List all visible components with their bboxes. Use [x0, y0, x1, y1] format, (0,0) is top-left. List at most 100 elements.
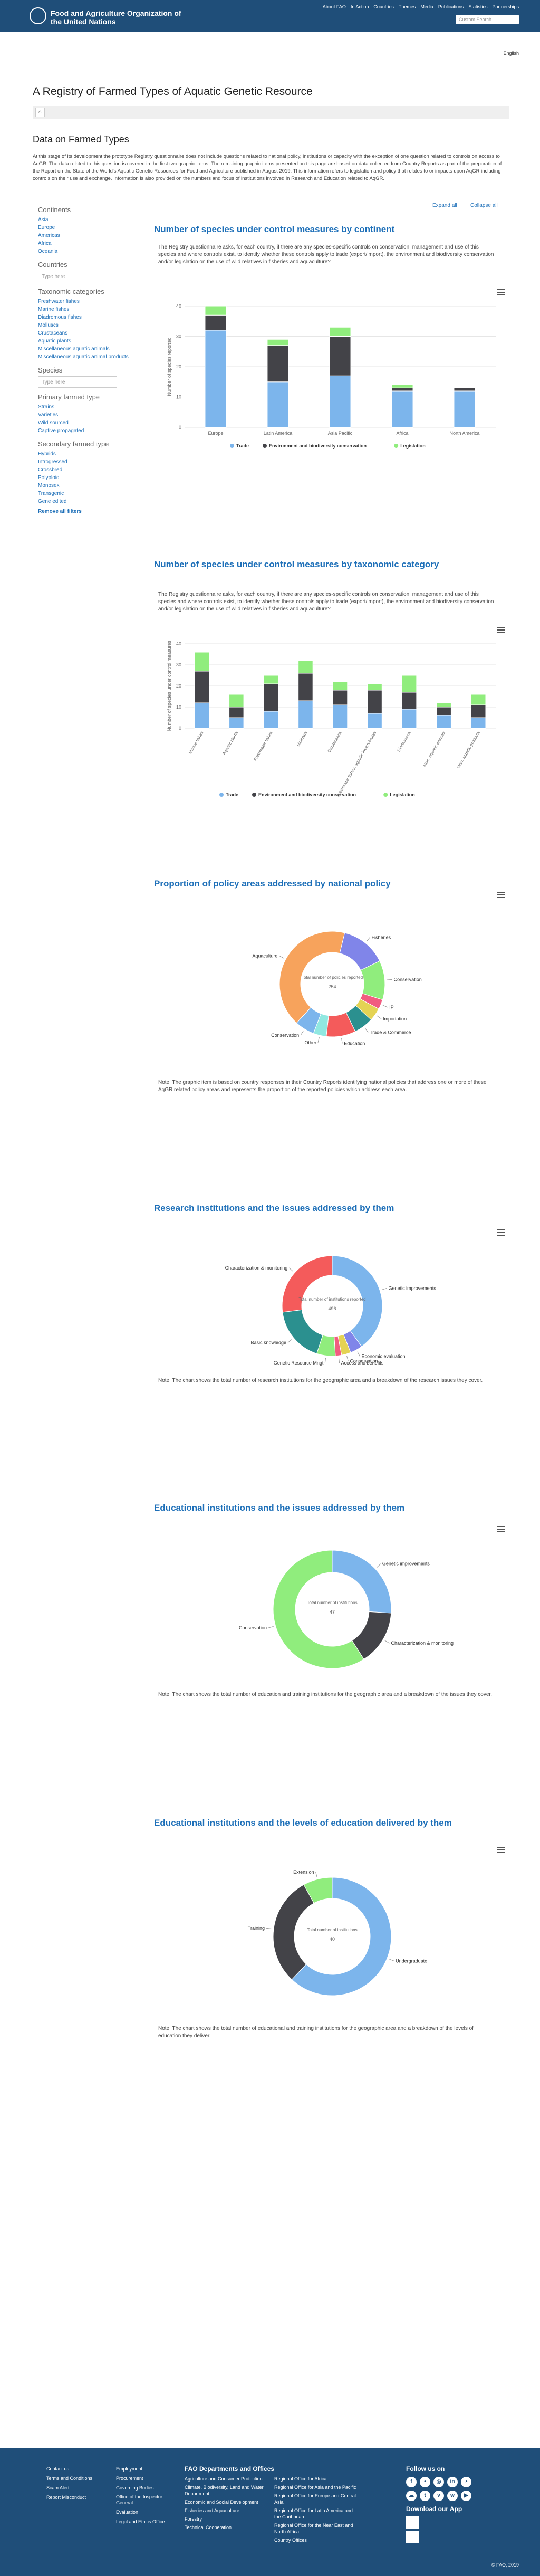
home-icon[interactable]: ⌂	[35, 108, 45, 117]
org-name[interactable]: Food and Agriculture Organization of the…	[51, 9, 188, 26]
filter-secondary-item[interactable]: Gene edited	[38, 498, 143, 505]
filter-tax-item[interactable]: Miscellaneous aquatic animals	[38, 345, 143, 353]
nav-partnerships[interactable]: Partnerships	[492, 4, 519, 9]
nav-in-action[interactable]: In Action	[351, 4, 369, 9]
chart-menu-icon[interactable]	[497, 289, 505, 295]
footer-link[interactable]: Terms and Conditions	[46, 2474, 92, 2483]
footer-link[interactable]: Office of the Inspector General	[116, 2494, 174, 2506]
facebook-icon[interactable]: f	[406, 2477, 417, 2487]
filter-secondary-item[interactable]: Transgenic	[38, 490, 143, 498]
footer-link[interactable]: Regional Office for the Near East and No…	[274, 2522, 359, 2535]
vk-icon[interactable]: v	[433, 2491, 444, 2501]
chart-menu-icon[interactable]	[497, 1847, 505, 1853]
footer-link[interactable]: Fisheries and Aquaculture	[185, 2507, 264, 2514]
footer-link[interactable]: Regional Office for Asia and the Pacific	[274, 2484, 359, 2491]
filter-tax-item[interactable]: Crustaceans	[38, 329, 143, 337]
footer-link[interactable]: Economic and Social Development	[185, 2499, 264, 2505]
filter-tax-item[interactable]: Freshwater fishes	[38, 298, 143, 306]
flickr-icon[interactable]: •	[420, 2477, 430, 2487]
filter-tax-item[interactable]: Marine fishes	[38, 306, 143, 313]
nav-media[interactable]: Media	[420, 4, 433, 9]
rss-icon[interactable]: ◔	[461, 2477, 471, 2487]
footer-link[interactable]: Regional Office for Europe and Central A…	[274, 2493, 359, 2505]
s4-title[interactable]: Research institutions and the issues add…	[154, 1203, 497, 1214]
filter-secondary-item[interactable]: Polyploid	[38, 474, 143, 482]
bar-segment	[194, 702, 210, 729]
footer-link[interactable]: Governing Bodies	[116, 2483, 174, 2493]
fao-logo-icon[interactable]	[30, 7, 46, 24]
filter-secondary-item[interactable]: Monosex	[38, 482, 143, 490]
search-input[interactable]: Custom Search	[456, 15, 519, 24]
filter-secondary-item[interactable]: Introgressed	[38, 458, 143, 466]
chart-menu-icon[interactable]	[497, 892, 505, 898]
filter-secondary-item[interactable]: Hybrids	[38, 450, 143, 458]
species-input[interactable]: Type here	[38, 376, 117, 388]
weibo-icon[interactable]: w	[447, 2491, 458, 2501]
apple-store-icon[interactable]	[406, 2516, 419, 2529]
collapse-all-button[interactable]: Collapse all	[470, 203, 498, 208]
x-tick-label: North America	[449, 431, 479, 436]
filter-asia[interactable]: Asia	[38, 216, 143, 224]
nav-about[interactable]: About FAO	[323, 4, 346, 9]
bar-segment	[436, 707, 451, 716]
top-nav: About FAO In Action Countries Themes Med…	[323, 4, 519, 9]
bar-segment	[454, 390, 476, 428]
chart-menu-icon[interactable]	[497, 1229, 505, 1236]
twitter-icon[interactable]: t	[420, 2491, 430, 2501]
y-tick-label: 40	[176, 303, 181, 309]
footer-link[interactable]: Regional Office for Latin America and th…	[274, 2507, 359, 2520]
remove-filters-link[interactable]: Remove all filters	[38, 509, 143, 514]
countries-input[interactable]: Type here	[38, 271, 117, 282]
s5-title[interactable]: Educational institutions and the issues …	[154, 1503, 497, 1513]
nav-publications[interactable]: Publications	[438, 4, 464, 9]
footer-link[interactable]: Technical Cooperation	[185, 2524, 264, 2531]
footer-link[interactable]: Agriculture and Consumer Protection	[185, 2476, 264, 2482]
s3-title[interactable]: Proportion of policy areas addressed by …	[154, 879, 497, 889]
footer-link[interactable]: Country Offices	[274, 2537, 359, 2543]
filter-tax-item[interactable]: Molluscs	[38, 321, 143, 329]
filter-oceania[interactable]: Oceania	[38, 247, 143, 255]
filter-secondary-item[interactable]: Crossbred	[38, 466, 143, 474]
slice-label: Importation	[383, 1016, 407, 1022]
nav-themes[interactable]: Themes	[399, 4, 416, 9]
filter-primary-item[interactable]: Strains	[38, 403, 143, 411]
s2-title[interactable]: Number of species under control measures…	[154, 559, 497, 570]
bar-segment	[194, 671, 210, 703]
s1-title[interactable]: Number of species under control measures…	[154, 224, 497, 235]
connector-line	[382, 1287, 387, 1290]
youtube-icon[interactable]: ▶	[461, 2491, 471, 2501]
footer-link[interactable]: Procurement	[116, 2474, 174, 2483]
footer-link[interactable]: Contact us	[46, 2464, 92, 2474]
chart-menu-icon[interactable]	[497, 1526, 505, 1532]
linkedin-icon[interactable]: in	[447, 2477, 458, 2487]
filter-primary-item[interactable]: Captive propagated	[38, 427, 143, 435]
footer-link[interactable]: Legal and Ethics Office	[116, 2517, 174, 2526]
expand-all-button[interactable]: Expand all	[432, 203, 457, 208]
footer-link[interactable]: Evaluation	[116, 2507, 174, 2517]
language-link[interactable]: English	[503, 51, 519, 56]
continents-heading: Continents	[38, 206, 71, 214]
filter-tax-item[interactable]: Diadromous fishes	[38, 313, 143, 321]
instagram-icon[interactable]: ◎	[433, 2477, 444, 2487]
nav-statistics[interactable]: Statistics	[468, 4, 487, 9]
footer-link[interactable]: Regional Office for Africa	[274, 2476, 359, 2482]
nav-countries[interactable]: Countries	[373, 4, 394, 9]
footer-link[interactable]: Report Misconduct	[46, 2493, 92, 2502]
footer-link[interactable]: Employment	[116, 2464, 174, 2474]
filter-europe[interactable]: Europe	[38, 224, 143, 232]
y-tick-label: 20	[176, 683, 181, 689]
footer-link[interactable]: Forestry	[185, 2516, 264, 2522]
google-play-icon[interactable]	[406, 2531, 419, 2543]
filter-tax-item[interactable]: Aquatic plants	[38, 337, 143, 345]
filter-americas[interactable]: Americas	[38, 232, 143, 240]
chart-menu-icon[interactable]	[497, 627, 505, 633]
filter-primary-item[interactable]: Varieties	[38, 411, 143, 419]
center-value: 47	[330, 1609, 335, 1615]
soundcloud-icon[interactable]: ☁	[406, 2491, 417, 2501]
footer-link[interactable]: Climate, Biodiversity, Land and Water De…	[185, 2484, 264, 2497]
filter-africa[interactable]: Africa	[38, 240, 143, 247]
filter-primary-item[interactable]: Wild sourced	[38, 419, 143, 427]
footer-link[interactable]: Scam Alert	[46, 2483, 92, 2493]
s6-title[interactable]: Educational institutions and the levels …	[154, 1818, 497, 1828]
filter-tax-item[interactable]: Miscellaneous aquatic animal products	[38, 353, 143, 361]
